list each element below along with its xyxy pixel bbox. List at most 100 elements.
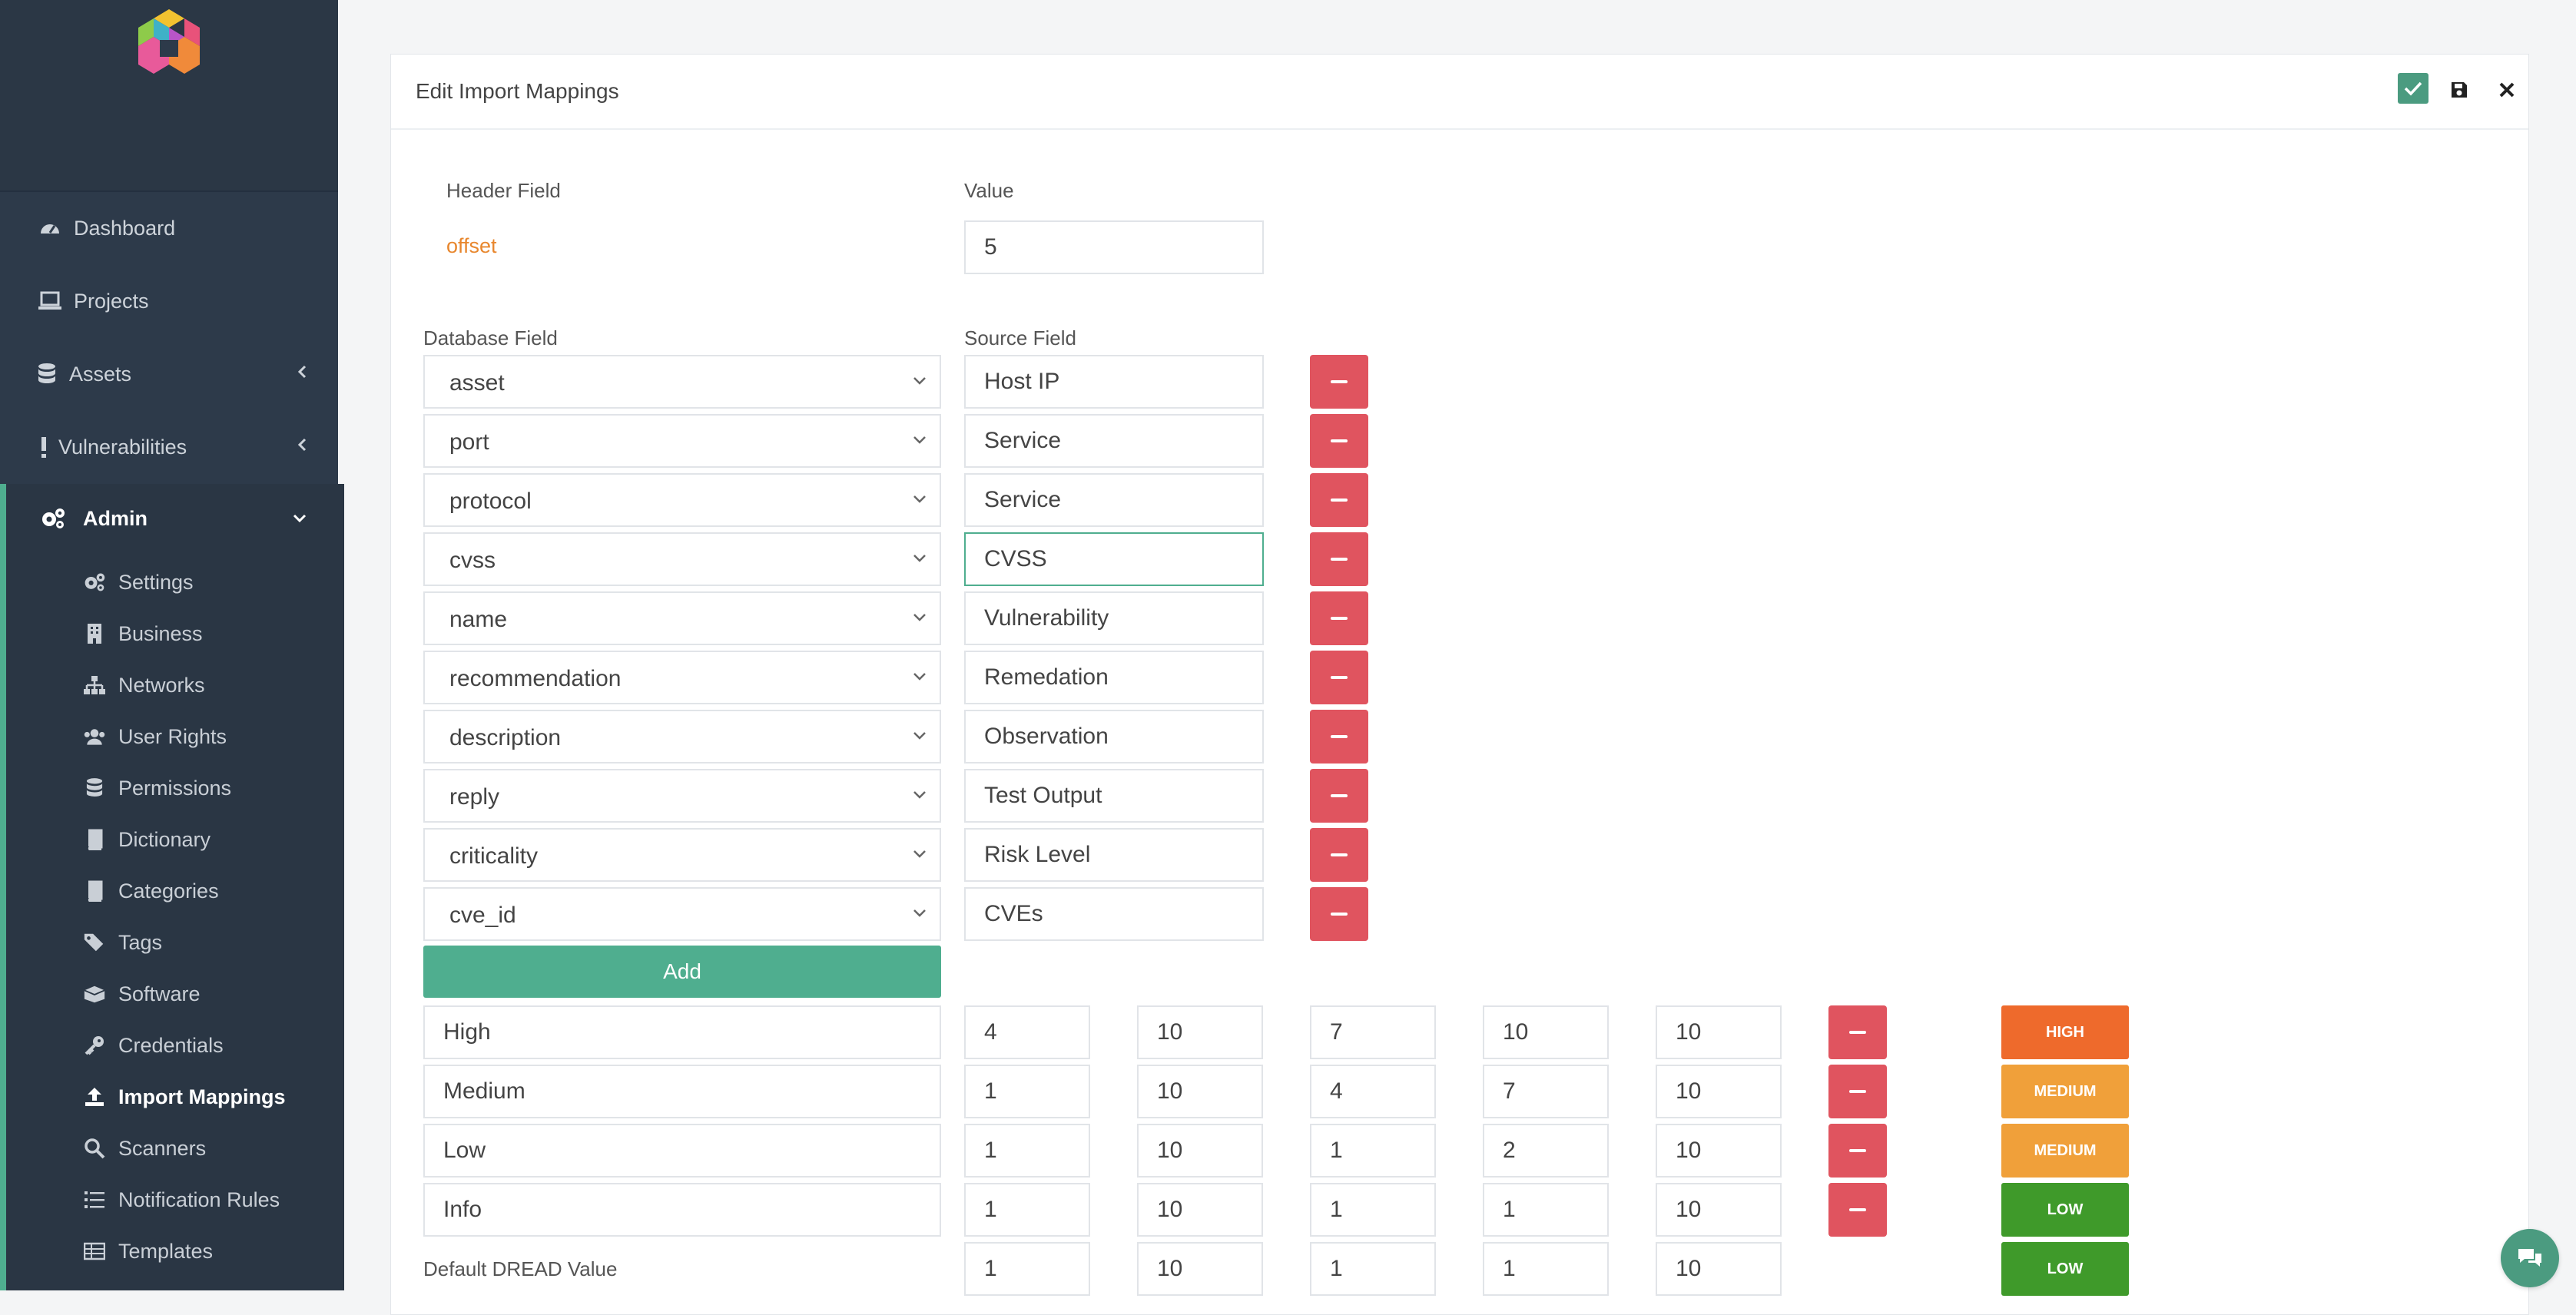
sidebar-item-assets[interactable]: Assets <box>0 340 338 409</box>
sidebar-item-admin[interactable]: Admin <box>0 484 338 553</box>
dread-value-input[interactable] <box>1137 1124 1263 1178</box>
sidebar-item-projects[interactable]: Projects <box>0 267 338 336</box>
sidebar-item-notification-rules[interactable]: Notification Rules <box>0 1175 338 1224</box>
dread-value-input[interactable] <box>1483 1183 1609 1237</box>
remove-risk-level-button[interactable] <box>1828 1005 1887 1059</box>
remove-risk-level-button[interactable] <box>1828 1124 1887 1178</box>
tags-icon <box>83 931 106 954</box>
sidebar-item-software[interactable]: Software <box>0 969 338 1019</box>
sidebar-item-settings[interactable]: Settings <box>0 558 338 607</box>
sidebar-item-categories[interactable]: Categories <box>0 866 338 916</box>
add-mapping-button[interactable]: Add <box>423 946 941 998</box>
severity-badge[interactable]: LOW <box>2001 1242 2129 1296</box>
dread-value-input[interactable] <box>964 1065 1090 1118</box>
save-button[interactable] <box>2444 75 2475 105</box>
database-field-select[interactable]: protocol <box>423 473 941 527</box>
default-dread-value-input[interactable] <box>1656 1242 1782 1296</box>
sidebar-item-vulnerabilities[interactable]: Vulnerabilities <box>0 412 338 482</box>
remove-mapping-button[interactable] <box>1310 828 1368 882</box>
edit-import-mappings-card: Edit Import Mappings Header Field Value … <box>390 54 2529 1315</box>
offset-value-input[interactable] <box>964 220 1264 274</box>
dread-value-input[interactable] <box>1656 1124 1782 1178</box>
source-field-input[interactable] <box>964 591 1264 645</box>
dread-value-input[interactable] <box>1483 1065 1609 1118</box>
database-field-select[interactable]: cvss <box>423 532 941 586</box>
dread-value-input[interactable] <box>964 1124 1090 1178</box>
app-logo[interactable] <box>131 6 207 83</box>
risk-level-name-input[interactable] <box>423 1065 941 1118</box>
risk-level-name-input[interactable] <box>423 1005 941 1059</box>
box-icon <box>83 982 106 1005</box>
dread-value-input[interactable] <box>1656 1065 1782 1118</box>
source-field-input[interactable] <box>964 651 1264 704</box>
remove-mapping-button[interactable] <box>1310 355 1368 409</box>
source-field-input[interactable] <box>964 355 1264 409</box>
severity-badge[interactable]: LOW <box>2001 1183 2129 1237</box>
database-field-select[interactable]: criticality <box>423 828 941 882</box>
source-field-input[interactable] <box>964 414 1264 468</box>
remove-risk-level-button[interactable] <box>1828 1065 1887 1118</box>
source-field-input[interactable] <box>964 532 1264 586</box>
dread-value-input[interactable] <box>1137 1005 1263 1059</box>
offset-field-link[interactable]: offset <box>446 234 497 258</box>
dread-value-input[interactable] <box>1137 1065 1263 1118</box>
database-field-select[interactable]: port <box>423 414 941 468</box>
database-field-select[interactable]: recommendation <box>423 651 941 704</box>
database-field-select[interactable]: cve_id <box>423 887 941 941</box>
dread-value-input[interactable] <box>964 1005 1090 1059</box>
source-field-input[interactable] <box>964 887 1264 941</box>
remove-mapping-button[interactable] <box>1310 414 1368 468</box>
sidebar-item-scanners[interactable]: Scanners <box>0 1124 338 1173</box>
dread-value-input[interactable] <box>1310 1005 1436 1059</box>
sidebar-item-business[interactable]: Business <box>0 609 338 658</box>
dread-value-input[interactable] <box>1137 1183 1263 1237</box>
database-field-select[interactable]: reply <box>423 769 941 823</box>
chevron-left-icon <box>297 363 307 385</box>
severity-badge[interactable]: HIGH <box>2001 1005 2129 1059</box>
sidebar-item-user-rights[interactable]: User Rights <box>0 712 338 761</box>
remove-mapping-button[interactable] <box>1310 710 1368 763</box>
source-field-input[interactable] <box>964 710 1264 763</box>
chevron-down-icon <box>909 843 930 865</box>
remove-mapping-button[interactable] <box>1310 473 1368 527</box>
default-dread-value-input[interactable] <box>1483 1242 1609 1296</box>
dread-value-input[interactable] <box>964 1183 1090 1237</box>
default-dread-value-input[interactable] <box>1137 1242 1263 1296</box>
sidebar-item-templates[interactable]: Templates <box>0 1227 338 1276</box>
dread-value-input[interactable] <box>1310 1124 1436 1178</box>
source-field-input[interactable] <box>964 769 1264 823</box>
risk-level-name-input[interactable] <box>423 1183 941 1237</box>
database-field-select[interactable]: name <box>423 591 941 645</box>
sidebar-item-dictionary[interactable]: Dictionary <box>0 815 338 864</box>
database-field-select[interactable]: description <box>423 710 941 763</box>
dread-value-input[interactable] <box>1483 1124 1609 1178</box>
chat-button[interactable] <box>2501 1229 2559 1287</box>
remove-mapping-button[interactable] <box>1310 591 1368 645</box>
dread-value-input[interactable] <box>1310 1183 1436 1237</box>
database-field-select[interactable]: asset <box>423 355 941 409</box>
severity-badge[interactable]: MEDIUM <box>2001 1124 2129 1178</box>
dread-value-input[interactable] <box>1310 1065 1436 1118</box>
source-field-input[interactable] <box>964 473 1264 527</box>
remove-risk-level-button[interactable] <box>1828 1183 1887 1237</box>
sidebar-item-permissions[interactable]: Permissions <box>0 763 338 813</box>
remove-mapping-button[interactable] <box>1310 532 1368 586</box>
sidebar-item-tags[interactable]: Tags <box>0 918 338 967</box>
confirm-button[interactable] <box>2398 73 2428 104</box>
source-field-input[interactable] <box>964 828 1264 882</box>
sidebar-item-dashboard[interactable]: Dashboard <box>0 194 338 263</box>
close-button[interactable] <box>2491 75 2522 105</box>
sidebar-item-credentials[interactable]: Credentials <box>0 1021 338 1070</box>
default-dread-value-input[interactable] <box>1310 1242 1436 1296</box>
risk-level-name-input[interactable] <box>423 1124 941 1178</box>
default-dread-value-input[interactable] <box>964 1242 1090 1296</box>
dread-value-input[interactable] <box>1483 1005 1609 1059</box>
sidebar-item-networks[interactable]: Networks <box>0 661 338 710</box>
dread-value-input[interactable] <box>1656 1183 1782 1237</box>
remove-mapping-button[interactable] <box>1310 887 1368 941</box>
severity-badge[interactable]: MEDIUM <box>2001 1065 2129 1118</box>
remove-mapping-button[interactable] <box>1310 651 1368 704</box>
dread-value-input[interactable] <box>1656 1005 1782 1059</box>
remove-mapping-button[interactable] <box>1310 769 1368 823</box>
sidebar-item-import-mappings[interactable]: Import Mappings <box>0 1072 338 1121</box>
